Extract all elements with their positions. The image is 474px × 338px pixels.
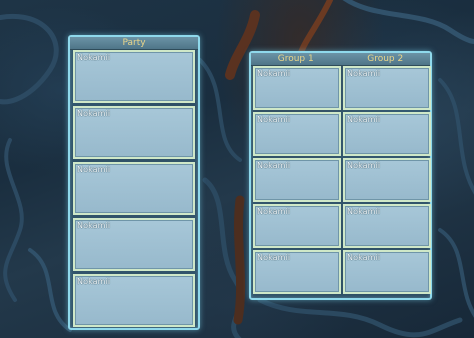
party-member-name: Nokamii	[77, 221, 111, 230]
raid-member-name: Nokamii	[347, 207, 381, 216]
raid-member-name: Nokamii	[347, 161, 381, 170]
raid-frame: Group 1 Group 2 Nokamii Nokamii Nokamii …	[249, 51, 432, 300]
raid-member-frame[interactable]: Nokamii	[343, 158, 431, 202]
party-frame-title: Party	[70, 37, 198, 50]
raid-member-frame[interactable]: Nokamii	[343, 204, 431, 248]
raid-member-frame[interactable]: Nokamii	[253, 112, 341, 156]
raid-group-1: Nokamii Nokamii Nokamii Nokamii Nokamii	[253, 66, 341, 296]
party-member-name: Nokamii	[77, 165, 111, 174]
raid-member-frame[interactable]: Nokamii	[343, 112, 431, 156]
raid-member-name: Nokamii	[257, 115, 291, 124]
raid-member-frame[interactable]: Nokamii	[343, 66, 431, 110]
raid-member-name: Nokamii	[257, 69, 291, 78]
raid-member-name: Nokamii	[257, 161, 291, 170]
raid-member-name: Nokamii	[347, 115, 381, 124]
raid-groups: Nokamii Nokamii Nokamii Nokamii Nokamii …	[253, 66, 431, 296]
party-member-frame[interactable]: Nokamii	[73, 50, 195, 103]
party-member-name: Nokamii	[77, 277, 111, 286]
party-member-frame[interactable]: Nokamii	[73, 106, 195, 159]
group-2-title: Group 2	[367, 54, 404, 64]
raid-member-name: Nokamii	[347, 253, 381, 262]
raid-frame-header: Group 1 Group 2	[251, 53, 430, 66]
raid-member-name: Nokamii	[257, 253, 291, 262]
party-member-frame[interactable]: Nokamii	[73, 218, 195, 271]
raid-member-frame[interactable]: Nokamii	[253, 204, 341, 248]
raid-member-frame[interactable]: Nokamii	[253, 66, 341, 110]
party-member-frame[interactable]: Nokamii	[73, 162, 195, 215]
raid-member-name: Nokamii	[347, 69, 381, 78]
raid-member-frame[interactable]: Nokamii	[253, 250, 341, 294]
raid-member-frame[interactable]: Nokamii	[343, 250, 431, 294]
raid-member-name: Nokamii	[257, 207, 291, 216]
raid-member-frame[interactable]: Nokamii	[253, 158, 341, 202]
party-member-name: Nokamii	[77, 53, 111, 62]
party-member-name: Nokamii	[77, 109, 111, 118]
group-1-title: Group 1	[277, 54, 314, 64]
party-member-list: Nokamii Nokamii Nokamii Nokamii Nokamii	[73, 50, 195, 330]
party-frame: Party Nokamii Nokamii Nokamii Nokamii No…	[68, 35, 200, 330]
party-member-frame[interactable]: Nokamii	[73, 274, 195, 327]
raid-group-2: Nokamii Nokamii Nokamii Nokamii Nokamii	[343, 66, 431, 296]
